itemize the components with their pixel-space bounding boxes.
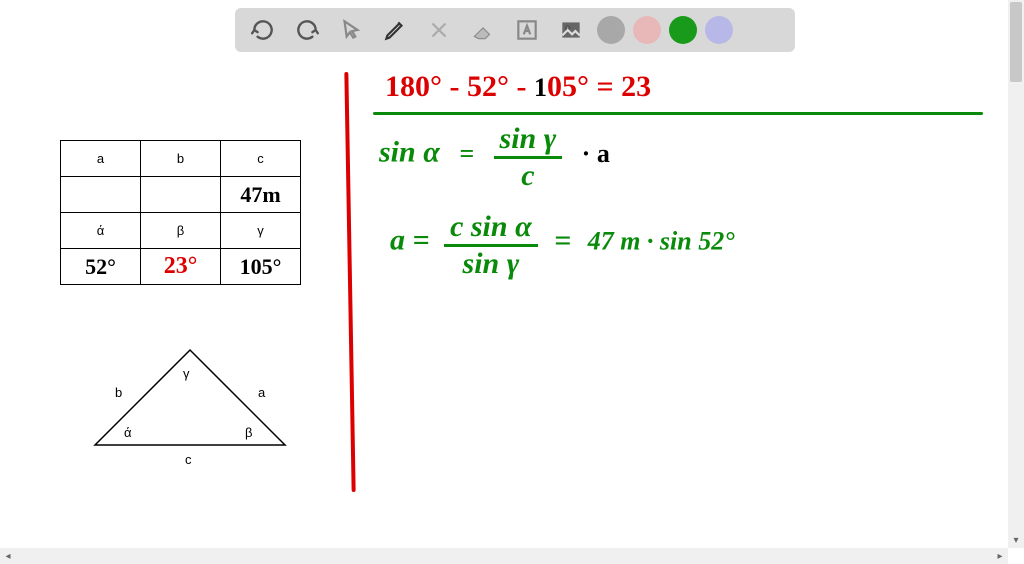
eq2-eq: =: [459, 139, 474, 168]
value-alpha: 52°: [61, 249, 141, 285]
scroll-thumb-vertical[interactable]: [1010, 2, 1022, 82]
value-c: 47m: [221, 177, 301, 213]
eq3-rhs: 47 m · sin 52°: [588, 227, 735, 256]
scroll-left-icon[interactable]: ◂: [0, 548, 16, 564]
color-gray[interactable]: [597, 16, 625, 44]
eq2-num: sin γ: [494, 122, 563, 159]
label-beta: β: [245, 425, 252, 440]
header-a: a: [61, 141, 141, 177]
eq3-num: c sin α: [444, 210, 538, 247]
color-pink[interactable]: [633, 16, 661, 44]
header-alpha: ά: [61, 213, 141, 249]
pointer-icon: [338, 17, 364, 43]
label-gamma: γ: [183, 366, 190, 381]
equation-line-3: a = c sin α sin γ = 47 m · sin 52°: [390, 210, 735, 281]
text-icon: [514, 17, 540, 43]
equation-line-2: sin α = sin γ c · a: [379, 122, 610, 193]
header-beta: β: [141, 213, 221, 249]
triangle-shape: [80, 330, 300, 470]
header-b: b: [141, 141, 221, 177]
scroll-right-icon[interactable]: ▸: [992, 548, 1008, 564]
eq3-eq2: =: [554, 224, 571, 257]
horizontal-scrollbar[interactable]: ◂ ▸: [0, 548, 1008, 564]
scroll-down-icon[interactable]: ▾: [1008, 532, 1024, 548]
redo-icon: [294, 17, 320, 43]
redo-button[interactable]: [289, 12, 325, 48]
undo-button[interactable]: [245, 12, 281, 48]
vertical-scrollbar[interactable]: ▾: [1008, 0, 1024, 548]
tools-icon: [426, 17, 452, 43]
eq3-aeq: a =: [390, 224, 430, 257]
image-icon: [558, 17, 584, 43]
color-purple[interactable]: [705, 16, 733, 44]
eraser-button[interactable]: [465, 12, 501, 48]
eq1-part1: 180° - 52° -: [385, 70, 534, 103]
triangle-data-table: a b c 47m ά β γ 52° 23° 105°: [60, 140, 301, 285]
equation-line-1: 180° - 52° - 105° = 23: [385, 70, 651, 104]
header-c: c: [221, 141, 301, 177]
eq1-part3: 05° = 23: [547, 70, 651, 103]
tools-button[interactable]: [421, 12, 457, 48]
label-side-c: c: [185, 452, 192, 467]
triangle-diagram: b a c γ ά β: [80, 330, 300, 470]
value-gamma: 105°: [221, 249, 301, 285]
pencil-button[interactable]: [377, 12, 413, 48]
label-side-b: b: [115, 385, 122, 400]
value-a: [61, 177, 141, 213]
pointer-button[interactable]: [333, 12, 369, 48]
undo-icon: [250, 17, 276, 43]
toolbar: [235, 8, 795, 52]
vertical-divider: [344, 72, 355, 492]
pencil-icon: [382, 17, 408, 43]
text-button[interactable]: [509, 12, 545, 48]
math-area: 180° - 52° - 105° = 23 sin α = sin γ c ·…: [365, 70, 1005, 490]
eq1-part2: 1: [534, 73, 547, 102]
eq2-sinalpha: sin α: [379, 136, 440, 169]
eq2-den: c: [494, 159, 563, 193]
label-side-a: a: [258, 385, 265, 400]
value-beta: 23°: [141, 249, 221, 285]
header-gamma: γ: [221, 213, 301, 249]
image-button[interactable]: [553, 12, 589, 48]
eq3-den: sin γ: [444, 247, 538, 281]
eraser-icon: [470, 17, 496, 43]
label-alpha: ά: [124, 425, 132, 440]
eq2-dota: · a: [582, 139, 610, 168]
green-underline: [373, 112, 983, 115]
value-b: [141, 177, 221, 213]
color-green[interactable]: [669, 16, 697, 44]
